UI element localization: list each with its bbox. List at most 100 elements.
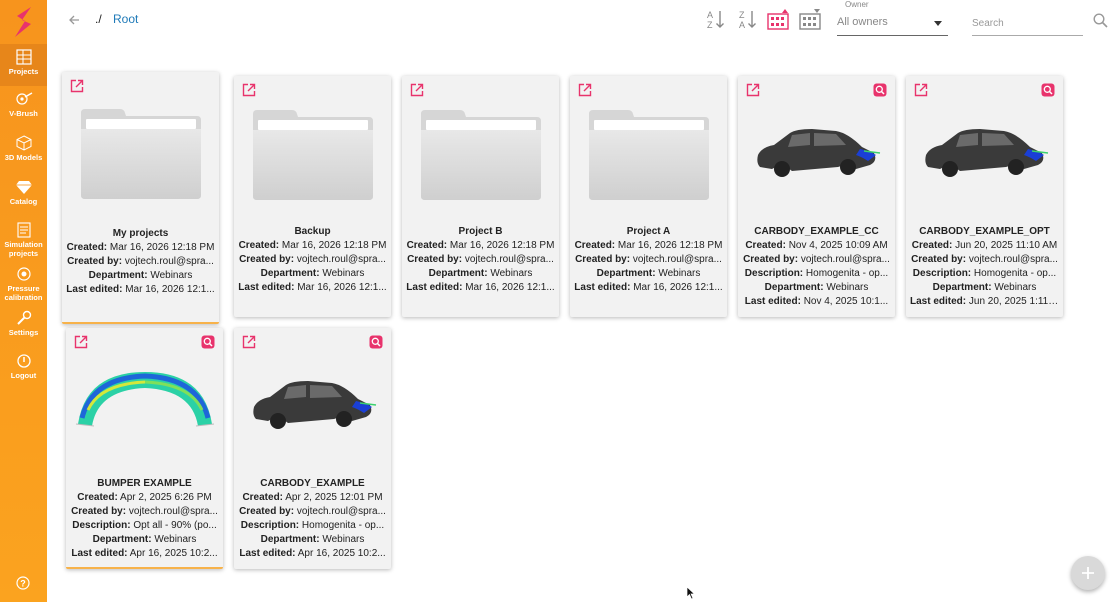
sort-date-descending-icon[interactable] (799, 8, 821, 30)
card-meta-key: Last edited: (574, 282, 631, 293)
projects-icon (15, 49, 32, 65)
card-thumbnail (570, 106, 727, 202)
card-title: CARBODY_EXAMPLE (260, 478, 365, 489)
breadcrumb-prefix: ./ (95, 12, 102, 26)
sort-date-ascending-icon[interactable] (767, 8, 789, 30)
card-meta-key: Created: (66, 242, 108, 253)
sidebar-item-label: Pressure calibration (4, 284, 43, 302)
card-meta-row: Created by: vojtech.roul@spra... (910, 253, 1059, 267)
sidebar-item-simulation-projects[interactable]: Simulation projects (0, 222, 47, 262)
project-card[interactable]: CARBODY_EXAMPLE_OPT Created: Jun 20, 2025… (906, 76, 1063, 317)
card-thumbnail (402, 106, 559, 202)
card-meta-row: Created: Mar 16, 2026 12:18 PM (238, 239, 387, 253)
folder-icon (80, 109, 201, 199)
sidebar-item-catalog[interactable]: Catalog (0, 179, 47, 215)
card-meta-row: Last edited: Jun 20, 2025 1:11 ... (910, 295, 1059, 309)
folder-icon (252, 110, 373, 200)
sidebar-item-v-brush[interactable]: V-Brush (0, 91, 47, 127)
sidebar-item-settings[interactable]: Settings (0, 310, 47, 346)
owner-filter-select[interactable]: All owners (837, 11, 948, 36)
preview-icon[interactable] (873, 83, 887, 97)
search-input[interactable] (972, 12, 1083, 36)
sidebar-item-projects[interactable]: Projects (0, 44, 47, 86)
card-meta-key: Last edited: (406, 282, 463, 293)
wrench-icon (16, 310, 31, 325)
project-card[interactable]: CARBODY_EXAMPLE Created: Apr 2, 2025 12:0… (234, 328, 391, 569)
project-card[interactable]: Project B Created: Mar 16, 2026 12:18 PM C… (402, 76, 559, 317)
card-info: CARBODY_EXAMPLE_CC Created: Nov 4, 2025 1… (742, 225, 891, 309)
project-card[interactable]: CARBODY_EXAMPLE_CC Created: Nov 4, 2025 1… (738, 76, 895, 317)
card-meta-row: Department: Webinars (238, 533, 387, 547)
card-meta-value: Opt all - 90% (po... (133, 520, 217, 531)
open-in-new-icon[interactable] (410, 83, 424, 97)
card-meta-value: vojtech.roul@spra... (296, 506, 386, 517)
preview-icon[interactable] (1041, 83, 1055, 97)
back-arrow-icon[interactable] (67, 13, 81, 27)
card-meta-row: Created: Apr 2, 2025 6:26 PM (70, 491, 219, 505)
card-thumbnail (62, 105, 219, 201)
sort-az-icon[interactable]: A Z (704, 8, 726, 30)
svg-text:Z: Z (707, 20, 713, 30)
preview-icon[interactable] (201, 335, 215, 349)
card-meta-row: Last edited: Apr 16, 2025 10:2... (238, 547, 387, 561)
card-meta-value: Mar 16, 2026 12:1... (297, 282, 387, 293)
owner-filter-label: Owner (845, 0, 869, 9)
project-card[interactable]: BUMPER EXAMPLE Created: Apr 2, 2025 6:26 … (66, 328, 223, 569)
card-meta-value: Webinars (826, 282, 869, 293)
card-meta-value: vojtech.roul@spra... (800, 254, 890, 265)
card-meta-value: Homogenita - op... (805, 268, 889, 279)
card-meta-key: Department: (932, 282, 992, 293)
project-card[interactable]: Backup Created: Mar 16, 2026 12:18 PM Crea… (234, 76, 391, 317)
card-meta-key: Created by: (67, 256, 123, 267)
card-info: Project B Created: Mar 16, 2026 12:18 PM C… (406, 225, 555, 295)
open-in-new-icon[interactable] (746, 83, 760, 97)
simulation-icon (16, 222, 31, 238)
card-meta-value: vojtech.roul@spra... (124, 256, 214, 267)
card-meta-row: Last edited: Nov 4, 2025 10:1... (742, 295, 891, 309)
open-in-new-icon[interactable] (74, 335, 88, 349)
preview-icon[interactable] (369, 335, 383, 349)
card-meta-row: Created by: vojtech.roul@spra... (238, 505, 387, 519)
card-meta-key: Created: (77, 492, 118, 503)
open-in-new-icon[interactable] (578, 83, 592, 97)
breadcrumb-root-link[interactable]: Root (113, 12, 138, 26)
card-meta-value: Webinars (154, 534, 197, 545)
card-title: CARBODY_EXAMPLE_OPT (919, 226, 1050, 237)
diamond-icon (15, 181, 32, 194)
add-project-button[interactable] (1071, 556, 1105, 590)
open-in-new-icon[interactable] (70, 79, 84, 93)
card-meta-row: Department: Webinars (910, 281, 1059, 295)
card-meta-key: Created by: (71, 506, 127, 517)
search-icon[interactable] (1093, 13, 1108, 28)
sidebar-item-logout[interactable]: Logout (0, 353, 47, 389)
card-info: BUMPER EXAMPLE Created: Apr 2, 2025 6:26 … (70, 477, 219, 561)
card-meta-key: Created: (574, 240, 616, 251)
card-meta-key: Department: (260, 534, 320, 545)
app-logo[interactable] (11, 6, 35, 38)
sidebar-item-pressure-calibration[interactable]: Pressure calibration (0, 266, 47, 306)
project-card[interactable]: Project A Created: Mar 16, 2026 12:18 PM C… (570, 76, 727, 317)
card-info: CARBODY_EXAMPLE Created: Apr 2, 2025 12:0… (238, 477, 387, 561)
card-meta-row: Created by: vojtech.roul@spra... (70, 505, 219, 519)
card-meta-value: Webinars (150, 270, 193, 281)
sidebar-item-label: Logout (10, 371, 37, 380)
open-in-new-icon[interactable] (242, 83, 256, 97)
open-in-new-icon[interactable] (242, 335, 256, 349)
card-thumbnail (66, 366, 223, 432)
card-info: Backup Created: Mar 16, 2026 12:18 PM Crea… (238, 225, 387, 295)
open-in-new-icon[interactable] (914, 83, 928, 97)
card-meta-value: Apr 16, 2025 10:2... (129, 548, 218, 559)
card-meta-value: vojtech.roul@spra... (128, 506, 218, 517)
card-meta-key: Description: (72, 520, 131, 531)
sidebar-item-3d-models[interactable]: 3D Models (0, 135, 47, 171)
car-body-model-thumbnail (756, 129, 880, 177)
card-meta-value: Homogenita - op... (301, 520, 385, 531)
card-title: My projects (112, 228, 169, 239)
project-card[interactable]: My projects Created: Mar 16, 2026 12:18 P… (62, 72, 219, 324)
help-icon[interactable]: ? (16, 576, 30, 590)
card-meta-row: Created: Mar 16, 2026 12:18 PM (574, 239, 723, 253)
sort-za-icon[interactable]: Z A (736, 8, 758, 30)
owner-filter-value: All owners (837, 16, 888, 28)
card-meta-key: Last edited: (910, 296, 967, 307)
card-meta-row: Last edited: Apr 16, 2025 10:2... (70, 547, 219, 561)
